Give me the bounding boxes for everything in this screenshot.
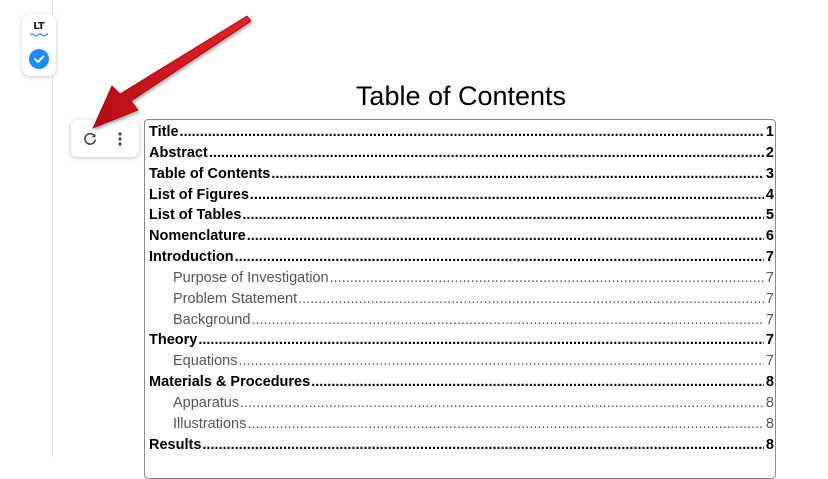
toc-entry-label: Abstract (149, 144, 208, 161)
toc-entry-page: 8 (765, 436, 774, 453)
wave-underline-icon (30, 33, 48, 37)
toc-dot-leader (247, 226, 764, 247)
toc-entry-label: Background (173, 311, 251, 328)
toc-entry-label: List of Figures (149, 186, 249, 203)
toc-entry-label: List of Tables (149, 207, 242, 224)
toc-entry[interactable]: Illustrations 8 (149, 414, 774, 435)
toc-dot-leader (271, 164, 764, 185)
toc-entry-page: 7 (765, 311, 774, 328)
toc-dot-leader (239, 351, 764, 372)
toc-dot-leader (180, 122, 764, 143)
toc-entry-page: 8 (765, 415, 774, 432)
toc-entry-page: 8 (765, 394, 774, 411)
toc-dot-leader (209, 143, 764, 164)
refresh-button[interactable] (79, 128, 101, 150)
toc-entry-label: Purpose of Investigation (173, 269, 329, 286)
toc-title: Table of Contents (355, 81, 567, 111)
languagetool-logo-icon[interactable]: LT (30, 21, 48, 39)
toc-entry-page: 7 (765, 269, 774, 286)
toc-entry[interactable]: Table of Contents 3 (149, 164, 774, 185)
toc-entry[interactable]: Introduction 7 (149, 247, 774, 268)
toc-entry[interactable]: List of Figures 4 (149, 185, 774, 206)
toc-entry[interactable]: Nomenclature 6 (149, 226, 774, 247)
checkmark-circle-icon[interactable] (29, 49, 49, 69)
toc-dot-leader (240, 393, 764, 414)
toc-dot-leader (311, 372, 764, 393)
toc-entry-page: 6 (765, 228, 774, 245)
toc-entry-label: Illustrations (173, 415, 247, 432)
toc-dot-leader (330, 268, 764, 289)
toc-entry-page: 7 (765, 249, 774, 266)
toc-entry-label: Theory (149, 332, 198, 349)
toc-entry-label: Equations (173, 353, 238, 370)
toc-entry[interactable]: Apparatus 8 (149, 393, 774, 414)
toc-entry[interactable]: Equations 7 (149, 351, 774, 372)
toc-list: Title 1 Abstract 2 Table of Contents 3 List of… (149, 122, 774, 456)
toc-entry[interactable]: Purpose of Investigation 7 (149, 268, 774, 289)
toc-dot-leader (247, 414, 764, 435)
toc-entry-label: Problem Statement (173, 290, 298, 307)
toc-entry-label: Introduction (149, 249, 234, 266)
toc-dot-leader (251, 310, 764, 331)
toc-dot-leader (202, 435, 764, 456)
toc-entry-label: Title (149, 124, 179, 140)
toc-dot-leader (198, 330, 764, 351)
toc-entry[interactable]: List of Tables 5 (149, 205, 774, 226)
toc-entry-label: Nomenclature (149, 228, 246, 245)
toc-entry-label: Apparatus (173, 394, 240, 411)
languagetool-widget[interactable]: LT (22, 14, 56, 76)
toc-entry-page: 7 (765, 332, 774, 349)
toc-entry[interactable]: Title 1 (149, 122, 774, 143)
toc-entry-page: 7 (765, 353, 774, 370)
toc-dot-leader (242, 205, 764, 226)
toc-entry-page: 5 (765, 207, 774, 224)
toc-dot-leader (298, 289, 764, 310)
toc-toolbar (71, 120, 139, 157)
toc-entry-page: 8 (765, 374, 774, 391)
toc-entry[interactable]: Materials & Procedures 8 (149, 372, 774, 393)
toc-entry-page: 1 (765, 124, 774, 140)
toc-dot-leader (235, 247, 764, 268)
toc-entry-label: Table of Contents (149, 165, 271, 182)
toc-dot-leader (250, 185, 764, 206)
refresh-icon (84, 132, 96, 145)
more-vertical-icon (118, 132, 122, 146)
toc-entry-label: Materials & Procedures (149, 374, 311, 391)
toc-entry-page: 4 (765, 186, 774, 203)
toc-entry-page: 3 (765, 165, 774, 182)
toc-entry-label: Results (149, 436, 202, 453)
toc-entry[interactable]: Background 7 (149, 310, 774, 331)
toc-entry[interactable]: Problem Statement 7 (149, 289, 774, 310)
toc-entry[interactable]: Abstract 2 (149, 143, 774, 164)
toc-entry-page: 2 (765, 144, 774, 161)
toc-entry[interactable]: Results 8 (149, 435, 774, 456)
toc-entry[interactable]: Theory 7 (149, 330, 774, 351)
toc-entry-page: 7 (765, 290, 774, 307)
more-options-button[interactable] (109, 128, 131, 150)
